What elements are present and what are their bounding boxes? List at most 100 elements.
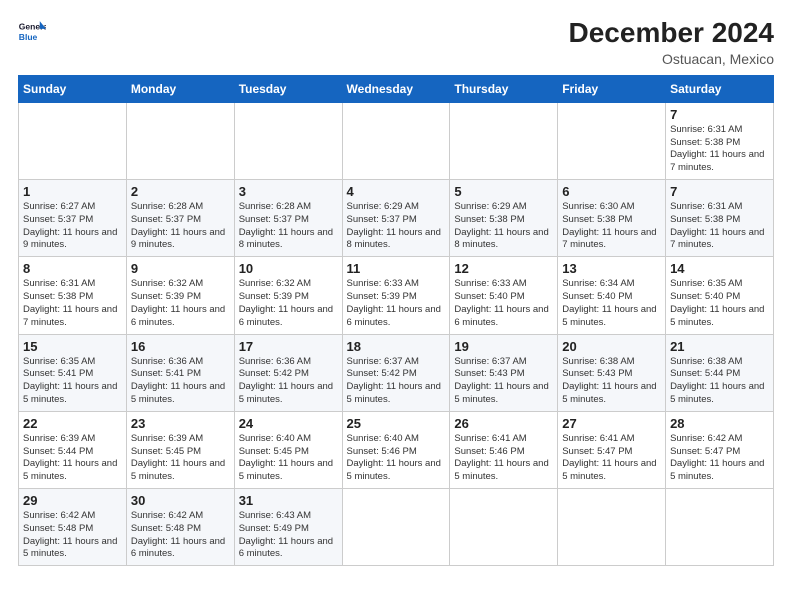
day-number: 3 [239,184,338,199]
cell-sunrise: Sunrise: 6:28 AMSunset: 5:37 PMDaylight:… [239,201,333,250]
table-cell: 12 Sunrise: 6:33 AMSunset: 5:40 PMDayligh… [450,257,558,334]
day-number: 13 [562,261,661,276]
cell-sunrise: Sunrise: 6:42 AMSunset: 5:48 PMDaylight:… [23,510,117,559]
table-cell: 11 Sunrise: 6:33 AMSunset: 5:39 PMDayligh… [342,257,450,334]
col-wednesday: Wednesday [342,75,450,102]
day-number: 30 [131,493,230,508]
month-title: December 2024 [569,18,774,49]
day-number: 16 [131,339,230,354]
table-cell: 24Sunrise: 6:40 AMSunset: 5:45 PMDayligh… [234,411,342,488]
table-cell: 8Sunrise: 6:31 AMSunset: 5:38 PMDaylight… [19,257,127,334]
table-cell: 14Sunrise: 6:35 AMSunset: 5:40 PMDayligh… [666,257,774,334]
calendar-week-row: 29 Sunrise: 6:42 AMSunset: 5:48 PMDayligh… [19,489,774,566]
cell-sunrise: Sunrise: 6:38 AMSunset: 5:44 PMDaylight:… [670,356,764,405]
table-cell: 9 Sunrise: 6:32 AMSunset: 5:39 PMDaylight… [126,257,234,334]
col-saturday: Saturday [666,75,774,102]
day-number: 28 [670,416,769,431]
day-number: 26 [454,416,553,431]
cell-sunrise: Sunrise: 6:27 AMSunset: 5:37 PMDaylight:… [23,201,117,250]
calendar-week-row: 1 Sunrise: 6:27 AMSunset: 5:37 PMDaylight… [19,180,774,257]
table-cell [558,489,666,566]
day-number: 6 [562,184,661,199]
cell-sunrise: Sunrise: 6:34 AMSunset: 5:40 PMDaylight:… [562,278,656,327]
table-cell [234,102,342,179]
cell-sunrise: Sunrise: 6:32 AMSunset: 5:39 PMDaylight:… [131,278,225,327]
cell-sunrise: Sunrise: 6:36 AMSunset: 5:42 PMDaylight:… [239,356,333,405]
cell-sunrise: Sunrise: 6:32 AMSunset: 5:39 PMDaylight:… [239,278,333,327]
table-cell: 26 Sunrise: 6:41 AMSunset: 5:46 PMDayligh… [450,411,558,488]
col-tuesday: Tuesday [234,75,342,102]
table-cell: 1 Sunrise: 6:27 AMSunset: 5:37 PMDaylight… [19,180,127,257]
table-cell: 27 Sunrise: 6:41 AMSunset: 5:47 PMDayligh… [558,411,666,488]
cell-sunrise: Sunrise: 6:36 AMSunset: 5:41 PMDaylight:… [131,356,225,405]
cell-sunrise: Sunrise: 6:33 AMSunset: 5:39 PMDaylight:… [347,278,441,327]
cell-sunrise: Sunrise: 6:40 AMSunset: 5:46 PMDaylight:… [347,433,441,482]
day-number: 2 [131,184,230,199]
cell-sunrise: Sunrise: 6:41 AMSunset: 5:47 PMDaylight:… [562,433,656,482]
day-number: 24 [239,416,338,431]
cell-sunrise: Sunrise: 6:41 AMSunset: 5:46 PMDaylight:… [454,433,548,482]
table-cell: 5Sunrise: 6:29 AMSunset: 5:38 PMDaylight… [450,180,558,257]
logo-icon: General Blue [18,18,46,46]
day-number: 12 [454,261,553,276]
cell-sunrise: Sunrise: 6:35 AMSunset: 5:40 PMDaylight:… [670,278,764,327]
day-number: 7 [670,107,769,122]
svg-text:Blue: Blue [19,32,38,42]
cell-sunrise: Sunrise: 6:37 AMSunset: 5:43 PMDaylight:… [454,356,548,405]
col-sunday: Sunday [19,75,127,102]
table-cell: 25 Sunrise: 6:40 AMSunset: 5:46 PMDayligh… [342,411,450,488]
table-cell [666,489,774,566]
title-block: December 2024 Ostuacan, Mexico [569,18,774,67]
table-cell: 29 Sunrise: 6:42 AMSunset: 5:48 PMDayligh… [19,489,127,566]
col-monday: Monday [126,75,234,102]
table-cell: 21Sunrise: 6:38 AMSunset: 5:44 PMDayligh… [666,334,774,411]
day-number: 4 [347,184,446,199]
table-cell: 17Sunrise: 6:36 AMSunset: 5:42 PMDayligh… [234,334,342,411]
cell-sunrise: Sunrise: 6:31 AMSunset: 5:38 PMDaylight:… [23,278,117,327]
day-number: 29 [23,493,122,508]
cell-sunrise: Sunrise: 6:35 AMSunset: 5:41 PMDaylight:… [23,356,117,405]
day-number: 20 [562,339,661,354]
table-cell: 13 Sunrise: 6:34 AMSunset: 5:40 PMDayligh… [558,257,666,334]
cell-sunrise: Sunrise: 6:29 AMSunset: 5:38 PMDaylight:… [454,201,548,250]
logo: General Blue [18,18,46,46]
cell-sunrise: Sunrise: 6:30 AMSunset: 5:38 PMDaylight:… [562,201,656,250]
table-cell: 15Sunrise: 6:35 AMSunset: 5:41 PMDayligh… [19,334,127,411]
table-cell: 10Sunrise: 6:32 AMSunset: 5:39 PMDayligh… [234,257,342,334]
cell-sunrise: Sunrise: 6:39 AMSunset: 5:45 PMDaylight:… [131,433,225,482]
cell-sunrise: Sunrise: 6:33 AMSunset: 5:40 PMDaylight:… [454,278,548,327]
table-cell: 3 Sunrise: 6:28 AMSunset: 5:37 PMDaylight… [234,180,342,257]
table-cell: 7Sunrise: 6:31 AMSunset: 5:38 PMDaylight… [666,102,774,179]
cell-sunrise: Sunrise: 6:28 AMSunset: 5:37 PMDaylight:… [131,201,225,250]
cell-sunrise: Sunrise: 6:43 AMSunset: 5:49 PMDaylight:… [239,510,333,559]
day-number: 25 [347,416,446,431]
cell-sunrise: Sunrise: 6:29 AMSunset: 5:37 PMDaylight:… [347,201,441,250]
table-cell: 19Sunrise: 6:37 AMSunset: 5:43 PMDayligh… [450,334,558,411]
cell-sunrise: Sunrise: 6:31 AMSunset: 5:38 PMDaylight:… [670,201,764,250]
table-cell: 4 Sunrise: 6:29 AMSunset: 5:37 PMDaylight… [342,180,450,257]
day-number: 27 [562,416,661,431]
day-number: 23 [131,416,230,431]
cell-sunrise: Sunrise: 6:42 AMSunset: 5:48 PMDaylight:… [131,510,225,559]
table-cell: 18Sunrise: 6:37 AMSunset: 5:42 PMDayligh… [342,334,450,411]
calendar-table: Sunday Monday Tuesday Wednesday Thursday… [18,75,774,567]
table-cell: 23 Sunrise: 6:39 AMSunset: 5:45 PMDayligh… [126,411,234,488]
day-number: 9 [131,261,230,276]
cell-sunrise: Sunrise: 6:38 AMSunset: 5:43 PMDaylight:… [562,356,656,405]
calendar-week-row: 8Sunrise: 6:31 AMSunset: 5:38 PMDaylight… [19,257,774,334]
day-number: 11 [347,261,446,276]
day-number: 7 [670,184,769,199]
table-cell: 22Sunrise: 6:39 AMSunset: 5:44 PMDayligh… [19,411,127,488]
table-cell: 28 Sunrise: 6:42 AMSunset: 5:47 PMDayligh… [666,411,774,488]
day-number: 18 [347,339,446,354]
day-number: 1 [23,184,122,199]
table-cell [342,489,450,566]
cell-sunrise: Sunrise: 6:42 AMSunset: 5:47 PMDaylight:… [670,433,764,482]
table-cell [450,102,558,179]
page: General Blue December 2024 Ostuacan, Mex… [0,0,792,612]
header-row: Sunday Monday Tuesday Wednesday Thursday… [19,75,774,102]
header: General Blue December 2024 Ostuacan, Mex… [18,18,774,67]
table-cell: 16 Sunrise: 6:36 AMSunset: 5:41 PMDayligh… [126,334,234,411]
table-cell: 2 Sunrise: 6:28 AMSunset: 5:37 PMDaylight… [126,180,234,257]
calendar-week-row: 15Sunrise: 6:35 AMSunset: 5:41 PMDayligh… [19,334,774,411]
